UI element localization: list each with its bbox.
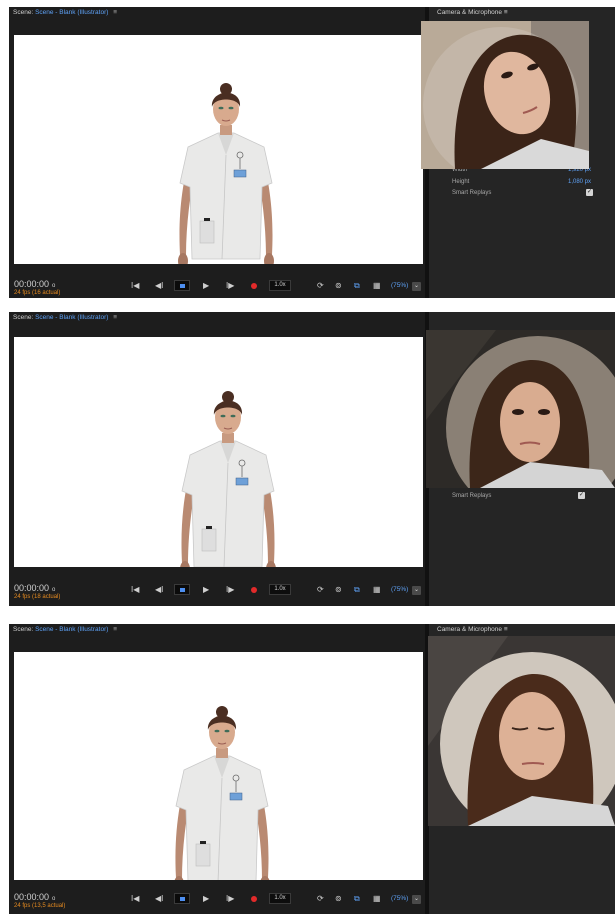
scene-panel-header: Scene: Scene - Blank (Illustrator) ≡ [9,624,425,636]
stop-button[interactable] [174,893,190,904]
fps-readout: 24 fps (18 actual) [14,594,61,600]
playback-speed[interactable]: 1.0x [269,893,291,904]
playback-speed[interactable]: 1.0x [269,584,291,595]
camera-panel-title: Camera & Microphone [437,626,503,633]
record-button[interactable] [251,896,257,902]
character-animator-frame-2: Scene: Scene - Blank (Illustrator) ≡ Sma… [9,312,615,606]
character-animator-frame-1: Scene: Scene - Blank (Illustrator) ≡ Cam… [9,7,615,298]
step-forward-button[interactable]: I▶ [226,585,234,595]
camera-panel-title: Camera & Microphone [437,9,503,16]
scene-prefix: Scene: [13,626,34,633]
timecode-suffix: o [52,896,56,902]
play-button[interactable]: ▶ [203,281,209,291]
timecode-value: 00:00:00 [14,279,50,289]
loop-icon[interactable]: ⟳ [317,894,324,904]
zoom-level[interactable]: (75%) [391,894,408,904]
step-forward-button[interactable]: I▶ [226,281,234,291]
skip-to-start-button[interactable]: I◀ [131,281,139,291]
puppet-character [173,705,271,893]
transport-controls: 00:00:00 o 24 fps (13,5 actual) I◀ ◀I ▶ I… [9,888,429,914]
replay-icon[interactable]: ⧉ [354,585,360,595]
fps-readout: 24 fps (16 actual) [14,290,61,296]
smart-replays-checkbox[interactable]: ✓ [578,492,585,499]
scene-name-link[interactable]: Scene - Blank (Illustrator) [35,9,108,16]
stop-icon [180,588,185,592]
timecode-suffix: o [52,283,56,289]
stop-button[interactable] [174,584,190,595]
transport-controls: 00:00:00 o 24 fps (18 actual) I◀ ◀I ▶ I▶ … [9,580,429,606]
scene-stage[interactable] [14,35,423,270]
smart-replays-label: Smart Replays [452,190,492,196]
timecode-value: 00:00:00 [14,892,50,902]
zoom-level[interactable]: (75%) [391,585,408,595]
transport-controls: 00:00:00 o 24 fps (16 actual) I◀ ◀I ▶ I▶ … [9,275,429,298]
webcam-image [428,636,615,826]
zoom-dropdown-icon[interactable]: ⌄ [412,586,421,595]
webcam-image [421,21,589,169]
scene-panel-menu-icon[interactable]: ≡ [113,314,117,321]
camera-panel-header: Camera & Microphone ≡ [437,8,508,18]
zoom-dropdown-icon[interactable]: ⌄ [412,282,421,291]
camera-panel-menu-icon[interactable]: ≡ [504,626,508,633]
scene-name-link[interactable]: Scene - Blank (Illustrator) [35,626,108,633]
scene-stage[interactable] [14,652,423,893]
camera-feed [421,21,589,169]
loop-icon[interactable]: ⟳ [317,281,324,291]
fps-readout: 24 fps (13,5 actual) [14,903,66,909]
stop-button[interactable] [174,280,190,291]
step-back-button[interactable]: ◀I [155,585,163,595]
calibrate-icon[interactable]: ⊚ [335,281,342,291]
play-button[interactable]: ▶ [203,585,209,595]
scene-name-link[interactable]: Scene - Blank (Illustrator) [35,314,108,321]
character-animator-frame-3: Scene: Scene - Blank (Illustrator) ≡ Cam… [9,624,615,914]
grid-icon[interactable]: ▦ [373,585,381,595]
replay-icon[interactable]: ⧉ [354,894,360,904]
scene-panel-header: Scene: Scene - Blank (Illustrator) ≡ [9,7,425,19]
camera-panel-header: Camera & Microphone ≡ [437,625,508,635]
puppet-character [179,390,277,578]
record-button[interactable] [251,283,257,289]
step-forward-button[interactable]: I▶ [226,894,234,904]
grid-icon[interactable]: ▦ [373,894,381,904]
skip-to-start-button[interactable]: I◀ [131,894,139,904]
camera-feed [428,636,615,826]
stop-icon [180,284,185,288]
zoom-dropdown-icon[interactable]: ⌄ [412,895,421,904]
calibrate-icon[interactable]: ⊚ [335,585,342,595]
grid-icon[interactable]: ▦ [373,281,381,291]
scene-panel-header: Scene: Scene - Blank (Illustrator) ≡ [9,312,425,324]
webcam-image [426,330,615,488]
calibrate-icon[interactable]: ⊚ [335,894,342,904]
playback-speed[interactable]: 1.0x [269,280,291,291]
height-value[interactable]: 1,080 px [568,178,591,186]
replay-icon[interactable]: ⧉ [354,281,360,291]
smart-replays-checkbox[interactable]: ✓ [586,189,593,196]
scene-panel-menu-icon[interactable]: ≡ [113,626,117,633]
timecode-value: 00:00:00 [14,583,50,593]
camera-panel-menu-icon[interactable]: ≡ [504,9,508,16]
zoom-level[interactable]: (75%) [391,281,408,291]
record-button[interactable] [251,587,257,593]
scene-prefix: Scene: [13,9,34,16]
camera-feed [426,330,615,488]
smart-replays-label: Smart Replays [452,493,492,499]
puppet-character [177,82,275,270]
scene-prefix: Scene: [13,314,34,321]
step-back-button[interactable]: ◀I [155,281,163,291]
scene-panel-menu-icon[interactable]: ≡ [113,9,117,16]
stop-icon [180,897,185,901]
loop-icon[interactable]: ⟳ [317,585,324,595]
scene-stage[interactable] [14,337,423,578]
height-label: Height [452,179,470,185]
play-button[interactable]: ▶ [203,894,209,904]
step-back-button[interactable]: ◀I [155,894,163,904]
skip-to-start-button[interactable]: I◀ [131,585,139,595]
timecode-suffix: o [52,587,56,593]
